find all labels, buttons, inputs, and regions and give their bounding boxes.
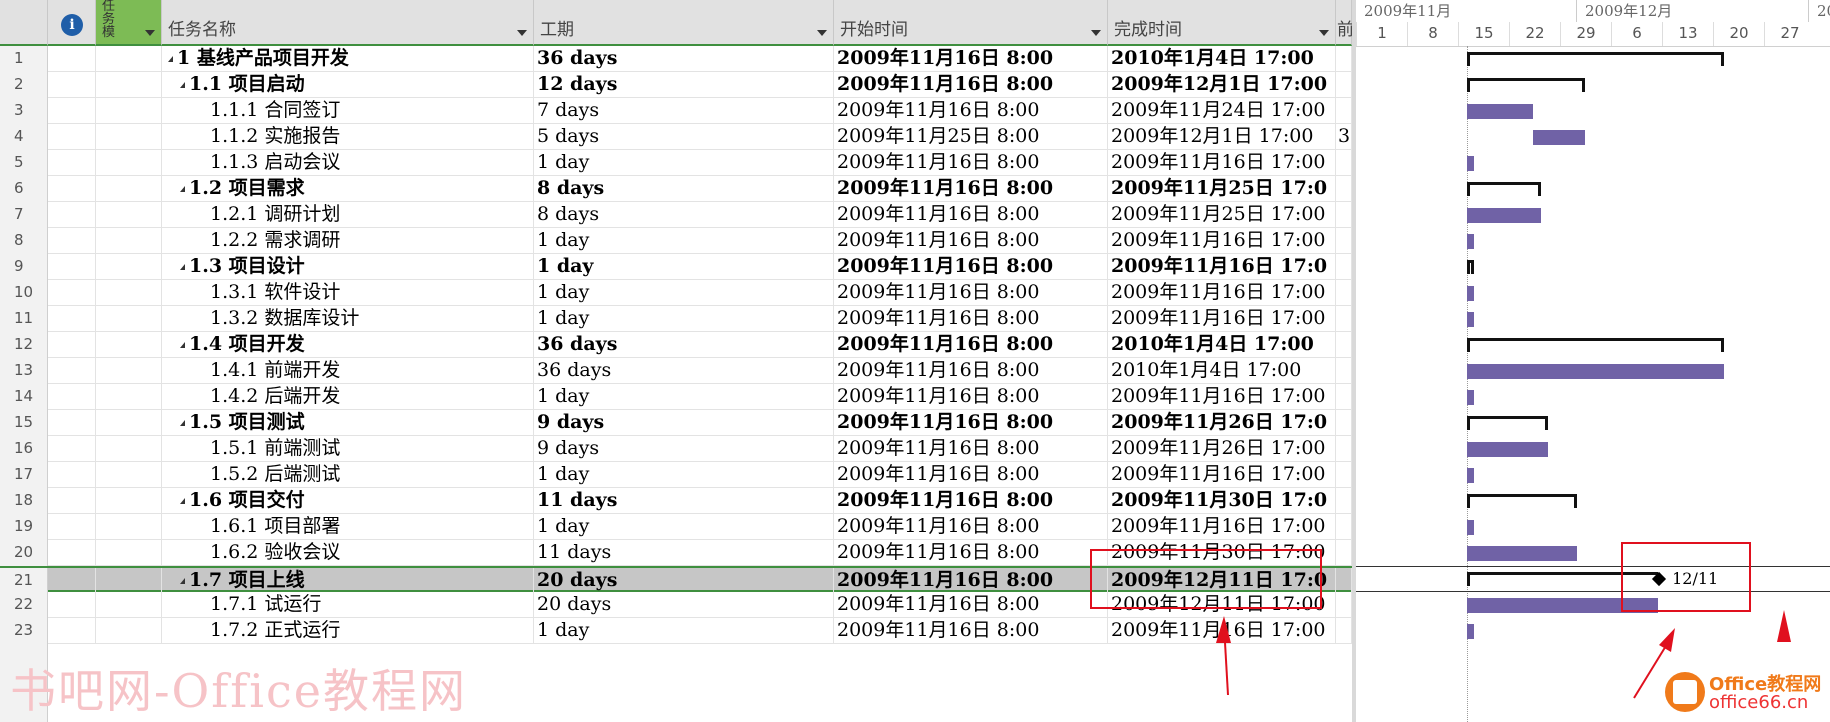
annotation-arrows <box>1216 610 1791 699</box>
logo-line2: office66.cn <box>1709 692 1809 713</box>
office-logo: Office教程网 office66.cn <box>1665 668 1830 722</box>
arrow-finish-date <box>1216 616 1231 696</box>
office-logo-icon <box>1665 672 1705 712</box>
arrow-right-marker <box>1777 610 1791 642</box>
